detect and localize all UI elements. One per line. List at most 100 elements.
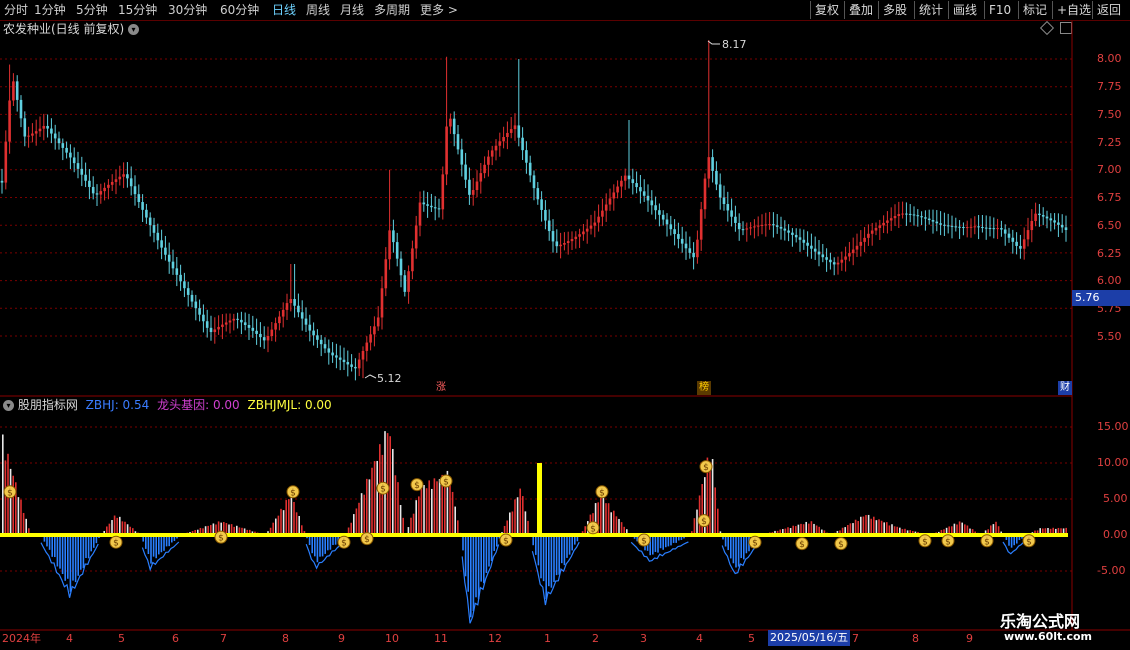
indicator-bar [41,535,43,537]
candle-body [221,324,224,327]
indicator-bar [191,530,194,535]
candle-body [730,210,733,217]
overlay-button[interactable]: 叠加 [844,1,877,19]
tab-multi-period[interactable]: 多周期 [374,1,410,19]
indicator-bar [659,535,662,549]
indicator-bar [927,534,930,536]
indicator-bar [620,522,623,535]
tab-60min[interactable]: 60分钟 [220,1,259,19]
candle-body [426,204,429,206]
indicator-bar [402,517,404,535]
indicator-bar [454,506,456,535]
window-toggle-icon[interactable] [1060,22,1072,34]
indicator-bar [550,535,553,588]
indicator-bar [301,525,303,535]
candle-body [464,164,467,180]
finance-badge[interactable]: 财 [1058,381,1072,395]
candle-body [118,176,122,180]
tab-30min[interactable]: 30分钟 [168,1,207,19]
money-bag-icon-glyph: $ [341,539,347,549]
candle-body [946,225,950,227]
tab-1min[interactable]: 1分钟 [34,1,66,19]
indicator-bar [376,460,378,535]
candle-body [547,220,551,232]
tab-daily[interactable]: 日线 [272,1,296,19]
tab-5min[interactable]: 5分钟 [76,1,108,19]
indicator-bar [433,478,436,535]
candle-body [388,230,391,260]
candle-body [483,164,486,174]
candle-body [981,227,984,229]
chevron-down-icon[interactable]: ▾ [128,24,140,35]
candle-body [430,205,433,208]
indicator-bar [353,514,355,535]
date-label: 2024年 [2,632,41,645]
indicator-bar [204,526,207,535]
indicator-bar [371,467,373,535]
candle-body [559,244,562,247]
indicator-bar [782,529,784,535]
candle-body [323,344,327,349]
indicator-bar [1047,527,1049,535]
indicator-bar [704,477,706,535]
indicator-bar [613,510,615,535]
money-bag-icon-glyph: $ [838,540,844,550]
candle-body [156,232,160,241]
candle-body [316,335,319,340]
add-favorite-button[interactable]: +自选 [1052,1,1095,19]
candle-body [487,156,490,165]
indicator-bar [126,524,129,535]
tab-fenshi[interactable]: 分时 [4,1,28,19]
indicator-bar [415,500,417,535]
mark-button[interactable]: 标记 [1018,1,1051,19]
indicator-bar [758,535,761,537]
candle-body [42,125,46,129]
indicator-bar [581,531,584,535]
indicator-bar [561,535,563,564]
tab-more[interactable]: 更多 > [420,1,458,19]
candle-body [1057,222,1060,225]
money-bag-icon [286,485,300,499]
indicator-bar [111,520,113,535]
indicator-bar [886,522,888,535]
candle-body [357,359,361,369]
indicator-bar [407,527,410,535]
f10-button[interactable]: F10 [984,1,1015,19]
current-price-tag: 5.76 [1072,290,1130,306]
chevron-down-icon[interactable]: ▾ [3,400,14,411]
limit-up-badge[interactable]: 涨 [434,381,448,395]
candle-body [517,125,521,138]
indicator-bar [106,526,108,535]
indicator-bar [483,535,485,584]
candle-body [673,229,676,235]
candle-body [183,281,186,289]
tab-15min[interactable]: 15分钟 [118,1,157,19]
indicator-bar [503,525,506,535]
ranking-badge[interactable]: 榜 [697,381,711,395]
back-button[interactable]: 返回 [1092,1,1125,19]
indicator-bar [672,535,675,543]
candle-body [452,118,456,135]
indicator-bar [735,535,737,568]
indicator-bar [444,482,446,535]
candle-body [460,149,464,165]
fuquan-button[interactable]: 复权 [810,1,843,19]
indicator-bar [901,529,904,535]
tab-weekly[interactable]: 周线 [306,1,330,19]
indicator-bar [667,535,670,547]
indicator-bar [852,523,854,535]
indicator-bar [290,495,293,535]
candle-body [540,199,543,210]
candle-body [988,227,992,229]
candle-body [707,157,711,179]
diamond-icon[interactable] [1039,20,1055,36]
candle-body [202,314,205,322]
indicator-bar [891,524,893,535]
tab-monthly[interactable]: 月线 [340,1,364,19]
indicator-bar [171,535,173,543]
stats-button[interactable]: 统计 [914,1,947,19]
indicator-bar [1036,530,1039,535]
multi-stock-button[interactable]: 多股 [878,1,911,19]
draw-button[interactable]: 画线 [948,1,981,19]
candle-body [418,202,422,226]
